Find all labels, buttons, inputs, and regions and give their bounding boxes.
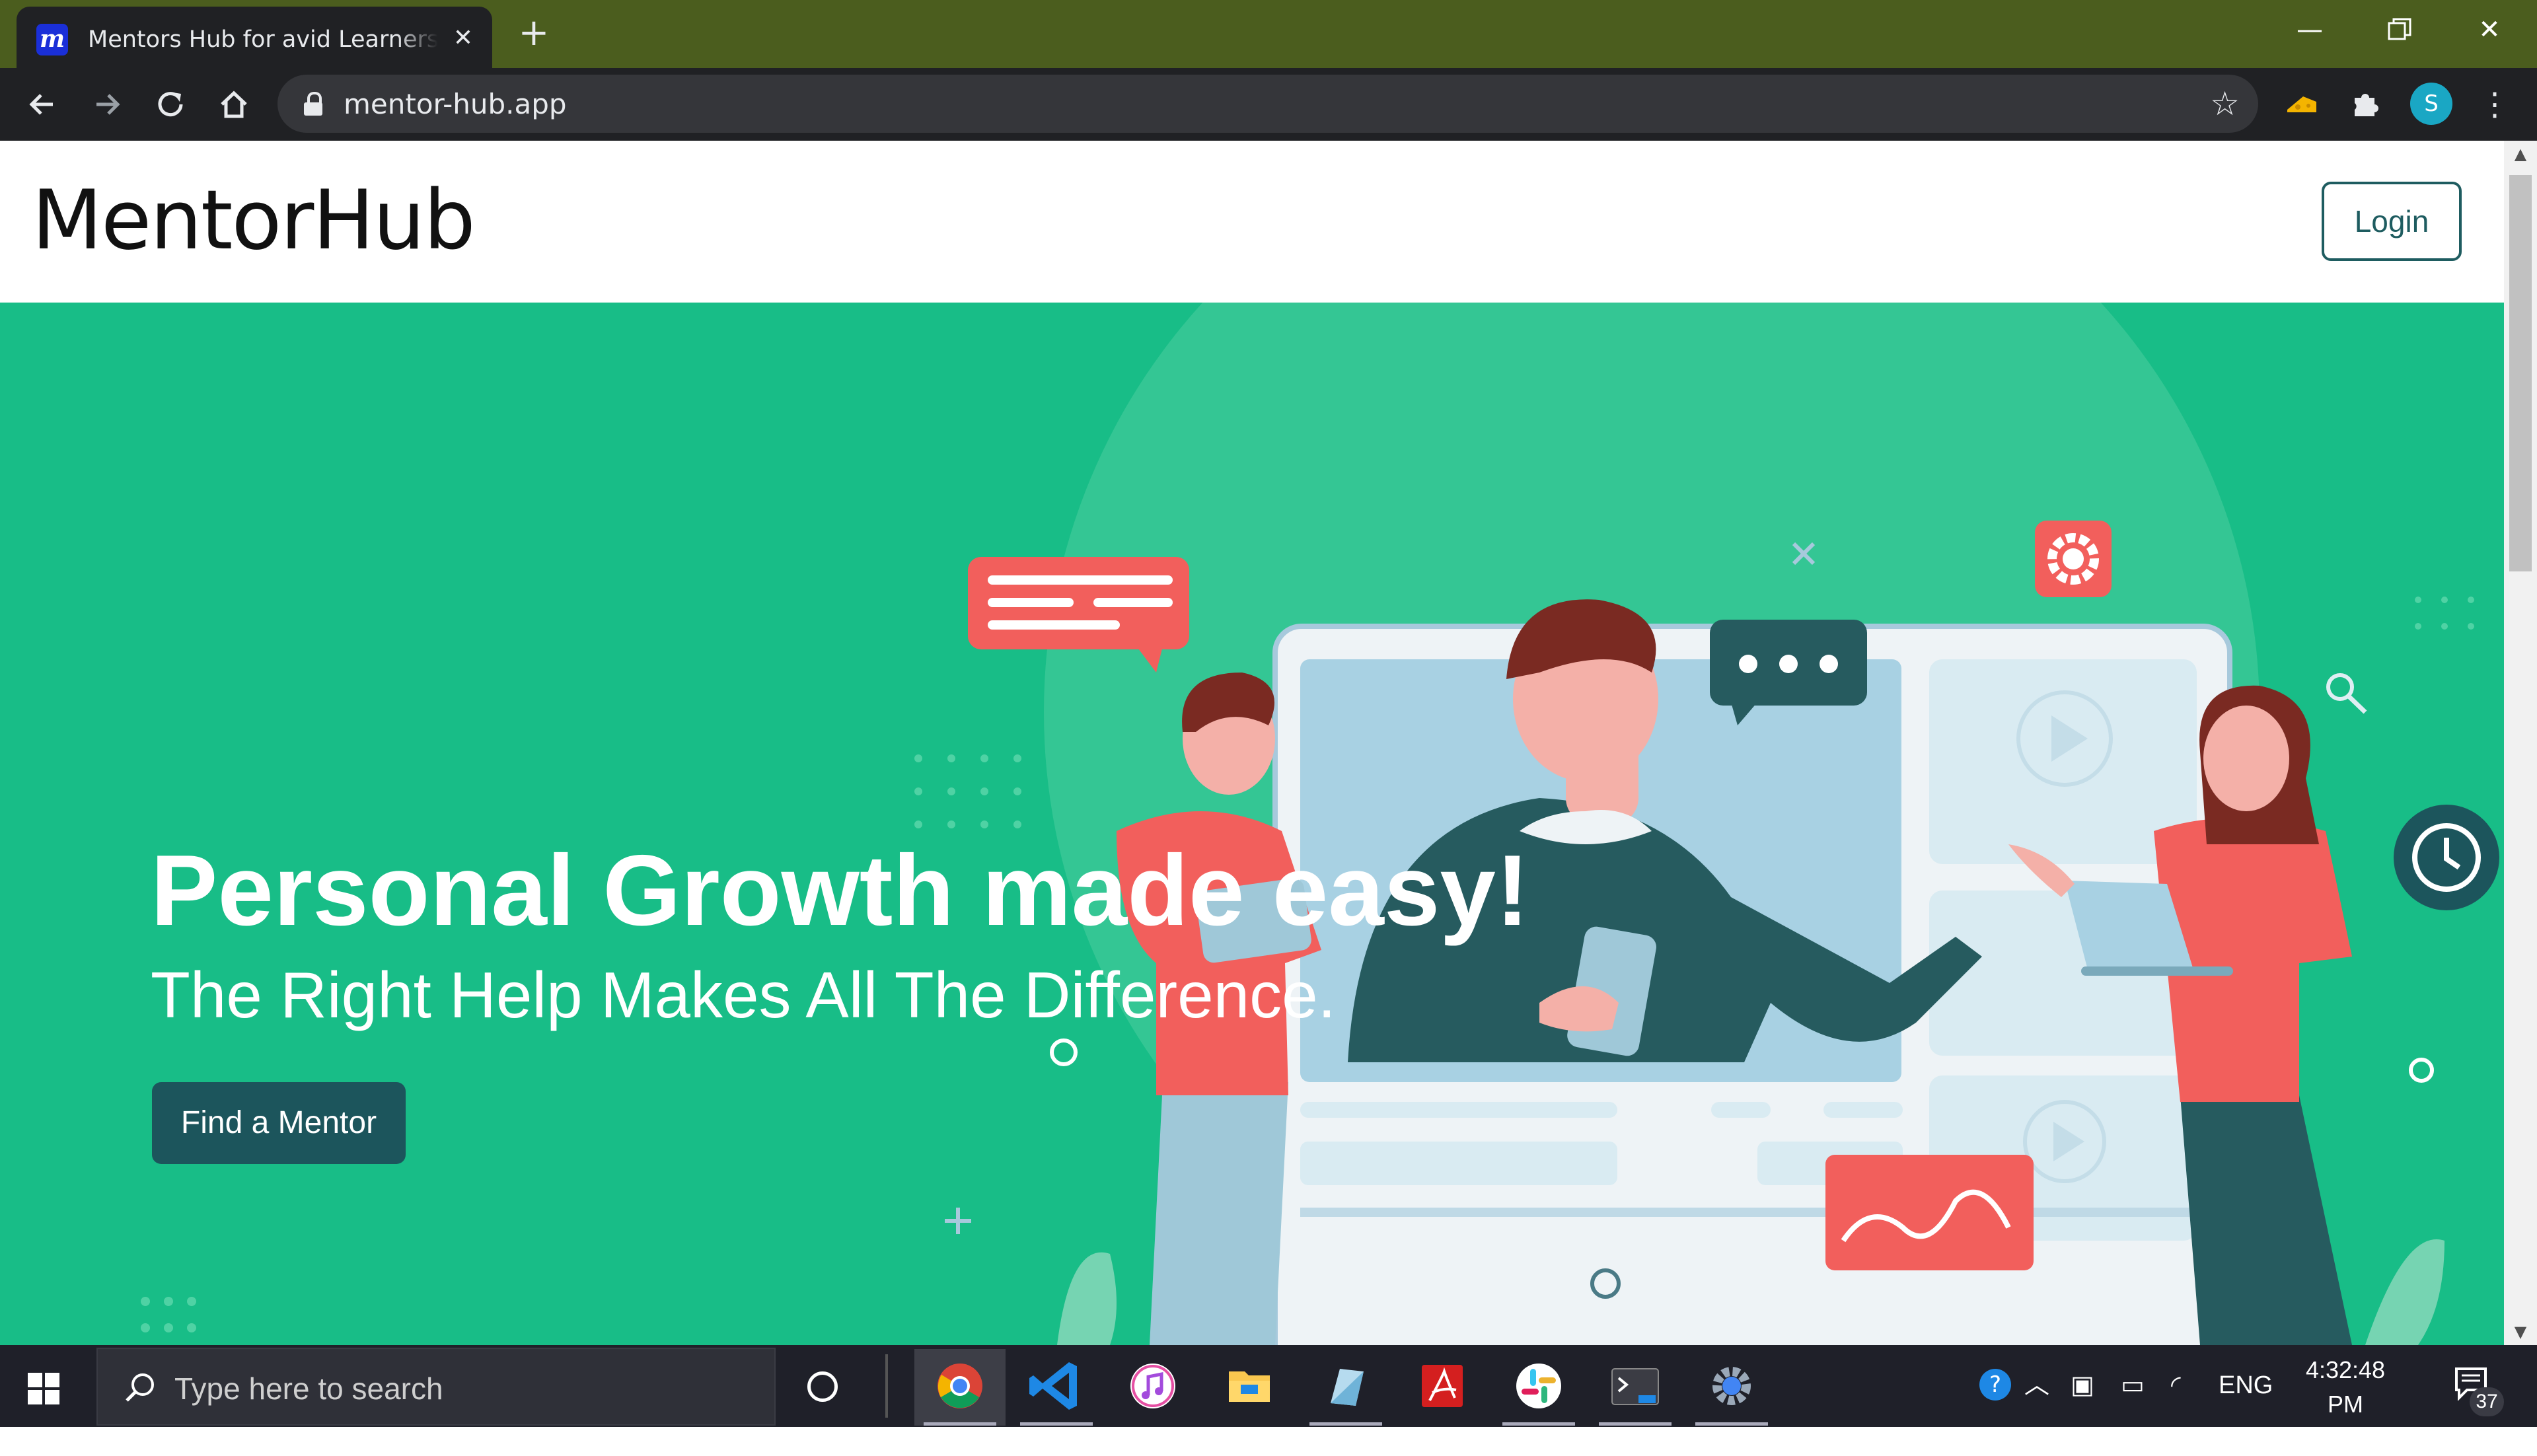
tab-close-icon[interactable]: ✕ [447,22,479,54]
tab-strip: m Mentors Hub for avid Learners, From ✕ … [0,0,2537,68]
chart-card [1825,1155,2034,1270]
find-mentor-button[interactable]: Find a Mentor [152,1082,406,1164]
hero-section: Personal Growth made easy! The Right Hel… [0,303,2504,1345]
mentorhub-favicon-icon: m [36,24,68,55]
webpage: MentorHub Login Personal Growth made eas… [0,141,2504,1345]
browser-toolbar: mentor-hub.app ☆ S ⋮ [0,68,2537,141]
star-icon[interactable]: ☆ [2210,85,2240,122]
page-scrollbar[interactable]: ▲ ▼ [2504,141,2537,1345]
settings-icon[interactable] [1686,1349,1777,1426]
clock-badge [2394,805,2499,910]
lock-icon[interactable] [304,92,322,116]
tab-title: Mentors Hub for avid Learners, From [88,26,438,53]
notification-count-badge: 37 [2470,1387,2504,1416]
file-explorer-icon[interactable] [1204,1349,1295,1426]
reload-icon[interactable] [152,86,189,123]
extensions-puzzle-icon[interactable] [2347,86,2384,123]
site-navbar: MentorHub Login [0,141,2504,303]
site-brand[interactable]: MentorHub [32,171,476,270]
help-icon[interactable]: ? [1979,1369,2011,1401]
windows-start-icon[interactable] [28,1373,59,1404]
app-icon[interactable] [1300,1349,1391,1426]
home-icon[interactable] [215,86,252,123]
browser-tab[interactable]: m Mentors Hub for avid Learners, From ✕ [17,7,492,68]
back-arrow-icon[interactable] [24,86,61,123]
terminal-preview-icon[interactable] [1590,1349,1681,1426]
taskbar-divider [885,1354,888,1418]
battery-icon[interactable]: ▭ [2121,1369,2145,1402]
language-indicator[interactable]: ENG [2219,1369,2273,1402]
hero-headline: Personal Growth made easy! [151,834,1529,947]
system-clock[interactable]: 4:32:48 PM 12/1/2020 [2286,1353,2405,1456]
hero-illustration [141,303,2499,1345]
itunes-icon[interactable] [1107,1349,1198,1426]
taskbar-search-box[interactable]: Type here to search [96,1348,776,1426]
profile-avatar[interactable]: S [2410,83,2452,125]
scroll-thumb[interactable] [2509,175,2532,571]
minimize-button[interactable]: — [2270,7,2349,53]
new-tab-button[interactable]: + [515,15,552,53]
url-text[interactable]: mentor-hub.app [344,88,567,121]
address-bar[interactable]: mentor-hub.app ☆ [277,75,2258,133]
restore-button[interactable] [2360,7,2439,53]
vscode-icon[interactable] [1011,1349,1102,1426]
search-icon [126,1373,154,1402]
wifi-icon[interactable]: ◜ [2171,1369,2181,1402]
forward-arrow-icon[interactable] [89,86,126,123]
scroll-up-icon[interactable]: ▲ [2504,141,2537,167]
windows-taskbar: Type here to search ? ︿ ▣ ▭ ◜ ENG 4:32:4… [0,1345,2537,1452]
hero-subheadline: The Right Help Makes All The Difference. [151,959,1336,1031]
chrome-icon[interactable] [914,1349,1006,1426]
close-window-button[interactable]: ✕ [2450,7,2529,53]
login-button[interactable]: Login [2322,182,2462,261]
cortana-icon[interactable] [807,1371,838,1402]
show-hidden-icons-icon[interactable]: ︿ [2024,1369,2049,1402]
gear-badge [2035,521,2112,597]
extension-cheese-icon[interactable] [2283,86,2320,123]
scroll-down-icon[interactable]: ▼ [2504,1319,2537,1345]
slack-icon[interactable] [1493,1349,1584,1426]
search-placeholder: Type here to search [174,1371,443,1406]
network-status-icon[interactable]: ▣ [2071,1369,2094,1402]
menu-dots-icon[interactable]: ⋮ [2476,86,2513,123]
acrobat-icon[interactable] [1397,1349,1488,1426]
clock-time: 4:32:48 PM [2305,1356,2386,1418]
